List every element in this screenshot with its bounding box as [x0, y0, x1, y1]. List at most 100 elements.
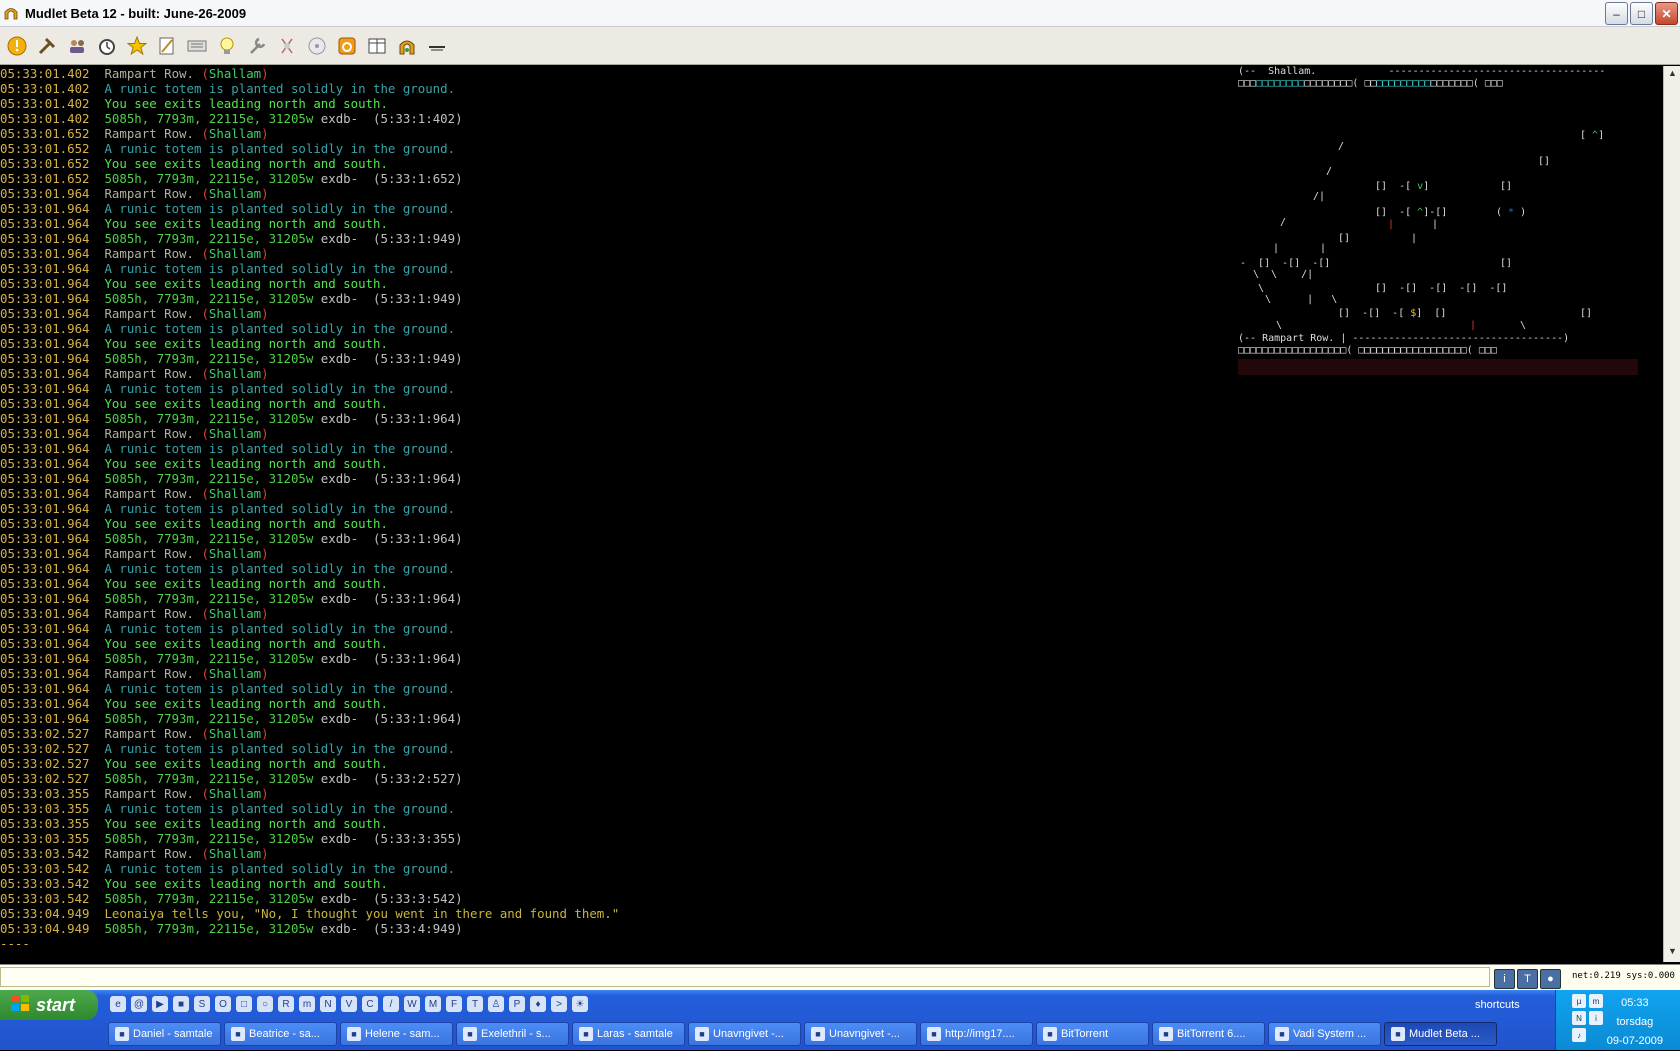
keys-icon[interactable] — [186, 35, 208, 57]
console-line: 05:33:04.949 5085h, 7793m, 22115e, 31205… — [0, 921, 1663, 936]
paren-close: ) — [261, 306, 269, 321]
taskbar-button[interactable]: ■ Exelethril - s... — [456, 1022, 569, 1046]
volume-tray-icon[interactable]: ♪ — [1572, 1028, 1586, 1042]
line-timestamp: 05:33:01.964 — [0, 231, 90, 246]
timers-icon[interactable] — [96, 35, 118, 57]
replay-icon[interactable] — [336, 35, 358, 57]
mail-icon[interactable]: @ — [131, 996, 147, 1012]
taskbar-button-label: BitTorrent — [1061, 1028, 1109, 1040]
messenger-icon[interactable]: m — [299, 996, 315, 1012]
prompt-flags: exdb- — [320, 411, 359, 426]
steam-icon[interactable]: S — [194, 996, 210, 1012]
settings-icon[interactable] — [246, 35, 268, 57]
bulb-icon[interactable]: ☀ — [572, 996, 588, 1012]
scripts-icon[interactable] — [156, 35, 178, 57]
taskbar-button[interactable]: ■ Unavngivet -... — [688, 1022, 801, 1046]
console-line: 05:33:01.964 Rampart Row. (Shallam) — [0, 486, 1663, 501]
utorrent-tray-icon[interactable]: µ — [1572, 994, 1586, 1008]
figure-icon[interactable]: ♙ — [488, 996, 504, 1012]
security-tray-icon[interactable]: i — [1589, 1011, 1603, 1025]
mud-icon[interactable]: M — [425, 996, 441, 1012]
console-line: 05:33:01.964 5085h, 7793m, 22115e, 31205… — [0, 471, 1663, 486]
scroll-up-icon[interactable]: ▲ — [1666, 68, 1679, 82]
room-exits: You see exits leading north and south. — [104, 576, 388, 591]
network-tray-icon[interactable]: N — [1572, 1011, 1586, 1025]
window-icon[interactable]: □ — [236, 996, 252, 1012]
taskbar-button[interactable]: ■ Unavngivet -... — [804, 1022, 917, 1046]
taskbar-button[interactable]: ■ BitTorrent — [1036, 1022, 1149, 1046]
aliases-icon[interactable] — [66, 35, 88, 57]
taskbar-button[interactable]: ■ Helene - sam... — [340, 1022, 453, 1046]
prompt-stats: 5085h, 7793m, 22115e, 31205w — [104, 471, 314, 486]
command-input[interactable] — [0, 967, 1490, 987]
timestamp-toggle-icon[interactable]: i — [1494, 969, 1515, 989]
scroll-down-icon[interactable]: ▼ — [1666, 946, 1679, 960]
line-timestamp: 05:33:03.542 — [0, 891, 90, 906]
tray-clock[interactable]: 05:33 torsdag 09-07-2009 — [1607, 994, 1663, 1051]
paren-close: ) — [261, 426, 269, 441]
tools-icon[interactable]: T — [467, 996, 483, 1012]
puzzle-icon[interactable]: ♦ — [530, 996, 546, 1012]
chat-app-icon[interactable]: ○ — [257, 996, 273, 1012]
line-timestamp: 05:33:01.402 — [0, 66, 90, 81]
triggers-icon[interactable] — [36, 35, 58, 57]
game-icon[interactable]: ■ — [173, 996, 189, 1012]
prompt-flags: exdb- — [320, 831, 359, 846]
wow-icon[interactable]: W — [404, 996, 420, 1012]
taskbar-button[interactable]: ■ Daniel - samtale — [108, 1022, 221, 1046]
taskbar-button[interactable]: ■ Laras - samtale — [572, 1022, 685, 1046]
reconnect-icon[interactable] — [426, 35, 448, 57]
room-exits: You see exits leading north and south. — [104, 756, 388, 771]
clipboard-icon[interactable]: C — [362, 996, 378, 1012]
close-button[interactable]: ✕ — [1655, 2, 1678, 25]
browser-icon: ■ — [927, 1027, 941, 1041]
maximize-button[interactable]: □ — [1630, 2, 1653, 25]
clock-date: 09-07-2009 — [1606, 1035, 1663, 1047]
paren-open: ( — [201, 366, 209, 381]
minimize-button[interactable]: – — [1605, 2, 1628, 25]
taskbar-button[interactable]: ■ BitTorrent 6.... — [1152, 1022, 1265, 1046]
record-toggle-icon[interactable]: ● — [1540, 969, 1561, 989]
paren-close: ) — [261, 366, 269, 381]
firefox-icon[interactable]: F — [446, 996, 462, 1012]
taskbar-button[interactable]: ■ Mudlet Beta ... — [1384, 1022, 1497, 1046]
help-icon[interactable] — [306, 35, 328, 57]
log-toggle-icon[interactable]: T — [1517, 969, 1538, 989]
console-line: 05:33:01.964 You see exits leading north… — [0, 576, 1663, 591]
notepad-icon[interactable] — [276, 35, 298, 57]
line-timestamp: 05:33:01.964 — [0, 381, 90, 396]
console-scrollbar[interactable]: ▲ ▼ — [1663, 66, 1680, 962]
package-icon[interactable] — [366, 35, 388, 57]
console-line: 05:33:03.355 You see exits leading north… — [0, 816, 1663, 831]
room-exits: You see exits leading north and south. — [104, 276, 388, 291]
ventrilo-icon[interactable]: V — [341, 996, 357, 1012]
prompt-time: (5:33:1:652) — [373, 171, 463, 186]
start-button[interactable]: start — [0, 990, 98, 1020]
network-icon[interactable]: N — [320, 996, 336, 1012]
connect-icon[interactable] — [6, 35, 28, 57]
photo-icon[interactable]: P — [509, 996, 525, 1012]
clock-day: torsdag — [1616, 1016, 1654, 1028]
taskbar-button[interactable]: ■ Vadi System ... — [1268, 1022, 1381, 1046]
line-timestamp: 05:33:01.964 — [0, 711, 90, 726]
taskbar-button[interactable]: ■ Beatrice - sa... — [224, 1022, 337, 1046]
shortcuts-toolbar-label[interactable]: shortcuts — [1475, 999, 1520, 1011]
room-description: A runic totem is planted solidly in the … — [104, 501, 456, 516]
start-label: start — [36, 994, 76, 1015]
prompt-time: (5:33:3:542) — [373, 891, 463, 906]
variables-icon[interactable] — [216, 35, 238, 57]
messenger-tray-icon[interactable]: m — [1589, 994, 1603, 1008]
terminal-icon[interactable]: > — [551, 996, 567, 1012]
ie-icon[interactable]: e — [110, 996, 126, 1012]
buttons-icon[interactable] — [126, 35, 148, 57]
taskbar-button[interactable]: ■ http://img17.... — [920, 1022, 1033, 1046]
opera-icon[interactable]: O — [215, 996, 231, 1012]
mudlet-icon: ■ — [1391, 1027, 1405, 1041]
prompt-flags: exdb- — [320, 921, 359, 936]
room-name: Rampart Row. — [104, 486, 194, 501]
pencil-icon[interactable]: / — [383, 996, 399, 1012]
winrar-icon[interactable]: R — [278, 996, 294, 1012]
multiview-icon[interactable] — [396, 35, 418, 57]
line-timestamp: 05:33:02.527 — [0, 771, 90, 786]
media-icon[interactable]: ▶ — [152, 996, 168, 1012]
